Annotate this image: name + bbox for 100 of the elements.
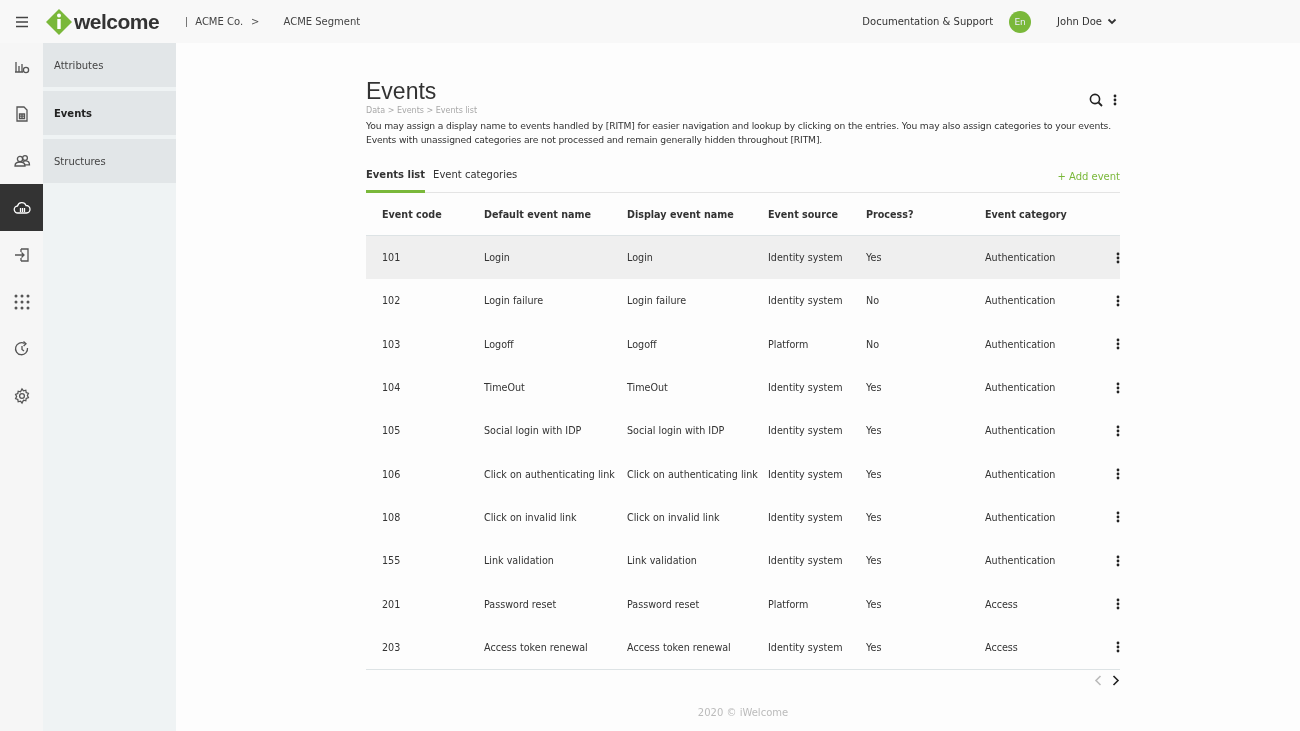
column-header: Event category bbox=[985, 208, 1068, 220]
table-cell-text: 104 bbox=[382, 382, 402, 394]
column-header: Event source bbox=[768, 208, 840, 220]
table-cell-text: Identity system bbox=[768, 511, 844, 523]
table-row[interactable]: 104 TimeOut TimeOut Identity system Yes Authentication bbox=[366, 365, 1120, 410]
table-cell-text: Authentication bbox=[985, 295, 1057, 307]
table-cell-text: Social login with IDP bbox=[484, 425, 583, 437]
table-cell-text: Click on authenticating link bbox=[484, 468, 616, 480]
more-icon[interactable] bbox=[1116, 554, 1120, 567]
more-icon[interactable] bbox=[1113, 94, 1117, 106]
breadcrumb: Data > Events > Events list bbox=[366, 106, 478, 115]
table-cell-text: Authentication bbox=[985, 252, 1057, 264]
more-icon[interactable] bbox=[1116, 424, 1120, 437]
column-header: Display event name bbox=[627, 208, 735, 220]
table-cell-text: Yes bbox=[866, 511, 883, 523]
table-cell-text: TimeOut bbox=[484, 382, 526, 394]
table-cell-text: Identity system bbox=[768, 382, 844, 394]
more-icon[interactable] bbox=[1116, 294, 1120, 307]
table-cell-text: Authentication bbox=[985, 338, 1057, 350]
table-cell-text: Identity system bbox=[768, 252, 844, 264]
more-icon[interactable] bbox=[1116, 641, 1120, 654]
sidebar-item[interactable]: Structures bbox=[43, 139, 176, 183]
table-cell-text: No bbox=[866, 295, 881, 307]
grid-icon bbox=[12, 292, 31, 311]
table-cell-text: No bbox=[866, 338, 881, 350]
table-cell-text: Identity system bbox=[768, 555, 844, 567]
table-cell-text: Click on invalid link bbox=[627, 511, 721, 523]
more-icon[interactable] bbox=[1116, 381, 1120, 394]
table-cell-text: 103 bbox=[382, 338, 402, 350]
table-row[interactable]: 101 Login Login Identity system Yes Authentication bbox=[366, 236, 1120, 280]
table-cell-text: Authentication bbox=[985, 382, 1057, 394]
search-icon[interactable] bbox=[1089, 93, 1103, 107]
table-cell-text: Access bbox=[985, 641, 1019, 653]
more-icon[interactable] bbox=[1116, 468, 1120, 481]
table-row[interactable]: 201 Password reset Password reset Platform Yes Access bbox=[366, 582, 1120, 626]
more-icon[interactable] bbox=[1116, 251, 1120, 264]
breadcrumb-link[interactable]: ACME Segment bbox=[283, 16, 361, 27]
column-header: Process? bbox=[866, 208, 915, 220]
chevron-right-icon[interactable] bbox=[1112, 674, 1120, 686]
settings-icon bbox=[12, 386, 31, 405]
table-row[interactable]: 106 Click on authenticating link Click on authenticating link Identity system Yes Authentication bbox=[366, 452, 1120, 496]
table-cell-text: Click on invalid link bbox=[484, 511, 578, 523]
table-cell-text: Access bbox=[985, 598, 1019, 610]
table-cell-text: Identity system bbox=[768, 468, 844, 480]
more-icon[interactable] bbox=[1116, 598, 1120, 610]
table-cell-text: Yes bbox=[866, 252, 883, 264]
table-row[interactable]: 103 Logoff Logoff Platform No Authentication bbox=[366, 322, 1120, 366]
table-cell-text: Logoff bbox=[484, 338, 515, 350]
table-cell-text: Link validation bbox=[484, 555, 555, 567]
refresh-icon bbox=[12, 339, 31, 358]
column-header: Default event name bbox=[484, 208, 592, 220]
more-icon[interactable] bbox=[1116, 511, 1120, 524]
table-cell-text: 203 bbox=[382, 641, 402, 653]
menu-icon[interactable] bbox=[15, 15, 29, 28]
column-header: Event code bbox=[382, 208, 443, 220]
table-cell-text: Password reset bbox=[627, 598, 701, 610]
page-title: Events bbox=[366, 77, 438, 105]
table-cell-text: Platform bbox=[768, 338, 810, 350]
table-cell-text: Yes bbox=[866, 641, 883, 653]
table-row[interactable]: 102 Login failure Login failure Identity system No Authentication bbox=[366, 279, 1120, 323]
table-cell-text: 108 bbox=[382, 511, 402, 523]
table-row[interactable]: 155 Link validation Link validation Identity system Yes Authentication bbox=[366, 539, 1120, 583]
sidebar-item[interactable]: Events bbox=[43, 91, 176, 135]
table-cell-text: Identity system bbox=[768, 425, 844, 437]
table-cell-text: Link validation bbox=[627, 555, 698, 567]
table-cell-text: Yes bbox=[866, 555, 883, 567]
support-link[interactable]: Documentation & Support bbox=[862, 16, 994, 27]
table-cell-text: Yes bbox=[866, 468, 883, 480]
table-cell-text: 102 bbox=[382, 295, 402, 307]
table-cell-text: Yes bbox=[866, 425, 883, 437]
table-row[interactable]: 108 Click on invalid link Click on invalid link Identity system Yes Authentication bbox=[366, 495, 1120, 540]
table-cell-text: Yes bbox=[866, 598, 883, 610]
table-cell-text: Social login with IDP bbox=[627, 425, 726, 437]
login-icon bbox=[12, 245, 31, 264]
table-cell-text: 155 bbox=[382, 555, 402, 567]
table-cell-text: Access token renewal bbox=[484, 641, 589, 653]
diamond-icon bbox=[45, 7, 73, 36]
breadcrumb-separator: > bbox=[251, 16, 260, 27]
table-cell-text: 101 bbox=[382, 252, 402, 264]
table-cell-text: Click on authenticating link bbox=[627, 468, 759, 480]
chevron-down-icon bbox=[1107, 18, 1117, 25]
more-icon[interactable] bbox=[1116, 338, 1120, 351]
sidebar-item[interactable]: Attributes bbox=[43, 43, 176, 87]
table-cell-text: Login failure bbox=[627, 295, 688, 307]
table-cell-text: Platform bbox=[768, 598, 810, 610]
table-cell-text: Authentication bbox=[985, 555, 1057, 567]
table-cell-text: Password reset bbox=[484, 598, 558, 610]
table-cell-text: Authentication bbox=[985, 511, 1057, 523]
user-menu[interactable]: John Doe bbox=[1057, 16, 1117, 27]
tab[interactable]: Events list bbox=[366, 161, 426, 193]
description-text: You may assign a display name to events handled by [RITM] for easier navigation and lookup by clicking on the entries. You may also assign categories to your events. Events with unassigned categories are not processed and remain generally hidden throughout [RITM]. bbox=[366, 119, 1112, 147]
tab[interactable]: Event categories bbox=[433, 161, 518, 193]
table-cell-text: Identity system bbox=[768, 295, 844, 307]
table-cell-text: Logoff bbox=[627, 338, 658, 350]
table-row[interactable]: 105 Social login with IDP Social login with IDP Identity system Yes Authentication bbox=[366, 409, 1120, 453]
breadcrumb-link[interactable]: ACME Co. bbox=[195, 16, 244, 27]
table-cell-text: 201 bbox=[382, 598, 402, 610]
logo[interactable]: welcome bbox=[45, 7, 160, 36]
footer-text: 2020 © iWelcome bbox=[696, 706, 790, 718]
table-row[interactable]: 203 Access token renewal Access token renewal Identity system Yes Access bbox=[366, 625, 1120, 670]
